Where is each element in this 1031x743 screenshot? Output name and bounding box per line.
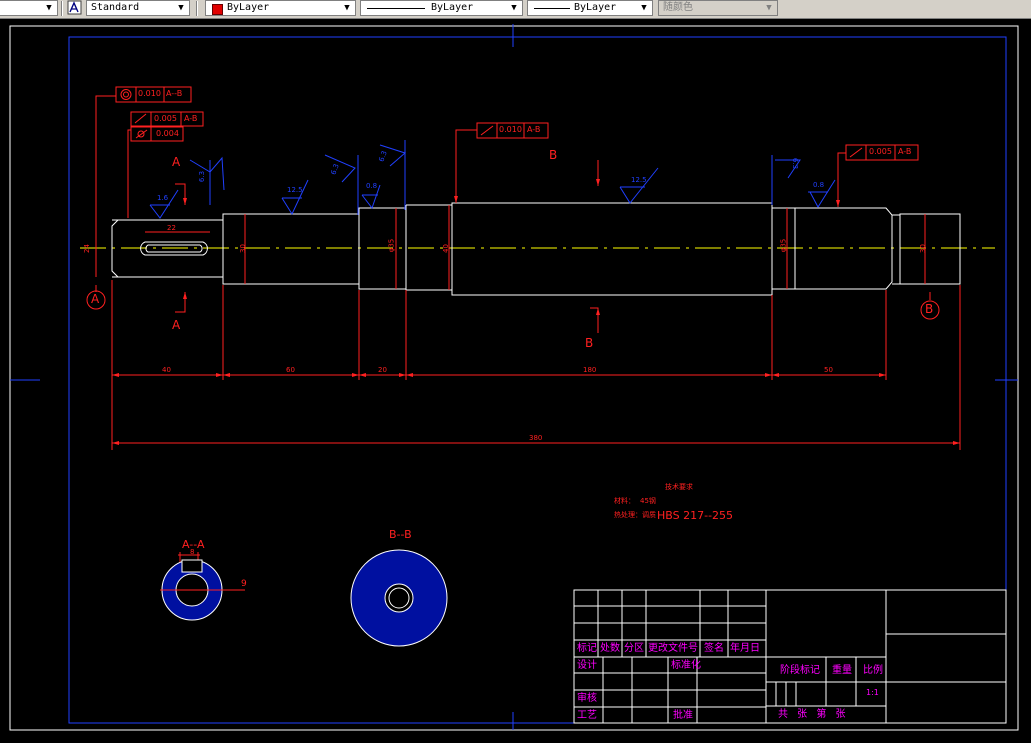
- textstyle-select[interactable]: Standard ▼: [86, 0, 190, 16]
- toolbar-separator: [61, 1, 63, 16]
- layer-dropdown-stub[interactable]: ▼: [0, 0, 58, 16]
- title-block: [573, 589, 1007, 724]
- plotstyle-value: 随颜色: [663, 2, 693, 13]
- lineweight-sample-icon: [534, 8, 570, 9]
- chevron-down-icon: ▼: [511, 3, 517, 13]
- dimension-lines: [95, 95, 961, 591]
- lineweight-value: ByLayer: [574, 2, 617, 13]
- linetype-select[interactable]: ByLayer ▼: [360, 0, 523, 16]
- chevron-down-icon: ▼: [344, 3, 350, 13]
- textstyle-icon[interactable]: [67, 0, 82, 15]
- lineweight-select[interactable]: ByLayer ▼: [527, 0, 653, 16]
- drawing-frame: [9, 24, 1019, 731]
- plotstyle-select[interactable]: 随颜色 ▼: [658, 0, 778, 16]
- roughness-symbols: [149, 144, 836, 219]
- gdt-frames: [115, 86, 919, 161]
- chevron-down-icon: ▼: [766, 3, 772, 13]
- drawing-canvas[interactable]: A A B B A B 0.010 A--B 0.005 A-B 0.004 0…: [0, 19, 1031, 743]
- chevron-down-icon: ▼: [641, 3, 647, 13]
- surface-profile-marks: [209, 140, 773, 215]
- dimension-arrowheads: [112, 179, 960, 445]
- chevron-down-icon: ▼: [46, 3, 52, 13]
- cad-drawing[interactable]: [0, 19, 1031, 743]
- toolbar-separator: [196, 1, 198, 16]
- linetype-value: ByLayer: [431, 2, 474, 13]
- textstyle-icon-graphic: [67, 0, 82, 15]
- color-swatch-icon: [212, 4, 223, 15]
- color-select[interactable]: ByLayer ▼: [205, 0, 356, 16]
- section-bb-view: [350, 549, 448, 647]
- textstyle-value: Standard: [91, 2, 140, 13]
- color-value: ByLayer: [227, 2, 270, 13]
- chevron-down-icon: ▼: [178, 3, 184, 13]
- properties-toolbar: ▼ Standard ▼ ByLayer ▼ ByLayer ▼ ByLayer…: [0, 0, 1031, 19]
- shaft-outline: [111, 202, 961, 296]
- section-aa-view: [160, 559, 230, 621]
- linetype-sample-icon: [367, 8, 425, 9]
